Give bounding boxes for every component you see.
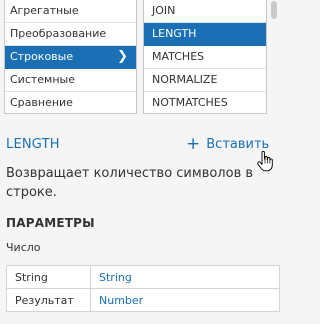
function-item-label: NOTMATCHES	[152, 96, 228, 109]
function-title: LENGTH	[6, 137, 60, 152]
function-item-matches[interactable]: MATCHES	[144, 46, 266, 69]
category-item-comparison[interactable]: Сравнение	[5, 92, 136, 113]
insert-button-label: Вставить	[206, 136, 270, 152]
function-list[interactable]: JOIN LENGTH MATCHES NORMALIZE NOTMATCHES	[143, 0, 267, 114]
param-name: Результат	[6, 288, 91, 312]
function-item-label: MATCHES	[152, 50, 205, 63]
function-item-label: LENGTH	[152, 27, 197, 40]
category-item-label: Агрегатные	[10, 4, 79, 17]
category-item-string[interactable]: Строковые ❯	[5, 46, 136, 69]
function-item-join[interactable]: JOIN	[144, 0, 266, 23]
scrollbar-thumb[interactable]	[271, 1, 277, 19]
function-item-label: NORMALIZE	[152, 73, 218, 86]
table-row: String String	[6, 265, 280, 289]
function-item-label: JOIN	[152, 4, 176, 17]
params-heading: ПАРАМЕТРЫ	[6, 216, 95, 230]
chevron-right-icon: ❯	[117, 49, 128, 64]
function-item-notmatches[interactable]: NOTMATCHES	[144, 92, 266, 113]
category-item-label: Строковые	[10, 50, 74, 63]
params-return-type: Число	[6, 241, 41, 254]
param-name: String	[6, 265, 91, 289]
category-item-label: Сравнение	[10, 96, 73, 109]
function-item-length[interactable]: LENGTH	[144, 23, 266, 46]
plus-icon: +	[186, 133, 201, 154]
category-item-label: Преобразование	[10, 27, 107, 40]
category-item-system[interactable]: Системные	[5, 69, 136, 92]
param-type-link[interactable]: String	[90, 265, 280, 289]
category-item-conversion[interactable]: Преобразование	[5, 23, 136, 46]
category-list[interactable]: Агрегатные Преобразование Строковые ❯ Си…	[4, 0, 137, 114]
function-list-scrollbar[interactable]	[268, 0, 280, 114]
function-description: Возвращает количество символов в строке.	[6, 166, 254, 200]
category-item-label: Системные	[10, 73, 75, 86]
param-type-link[interactable]: Number	[91, 289, 280, 312]
table-row: Результат Number	[6, 288, 280, 312]
category-item-aggregate[interactable]: Агрегатные	[5, 0, 136, 23]
params-table: String String Результат Number	[6, 265, 280, 312]
function-item-normalize[interactable]: NORMALIZE	[144, 69, 266, 92]
